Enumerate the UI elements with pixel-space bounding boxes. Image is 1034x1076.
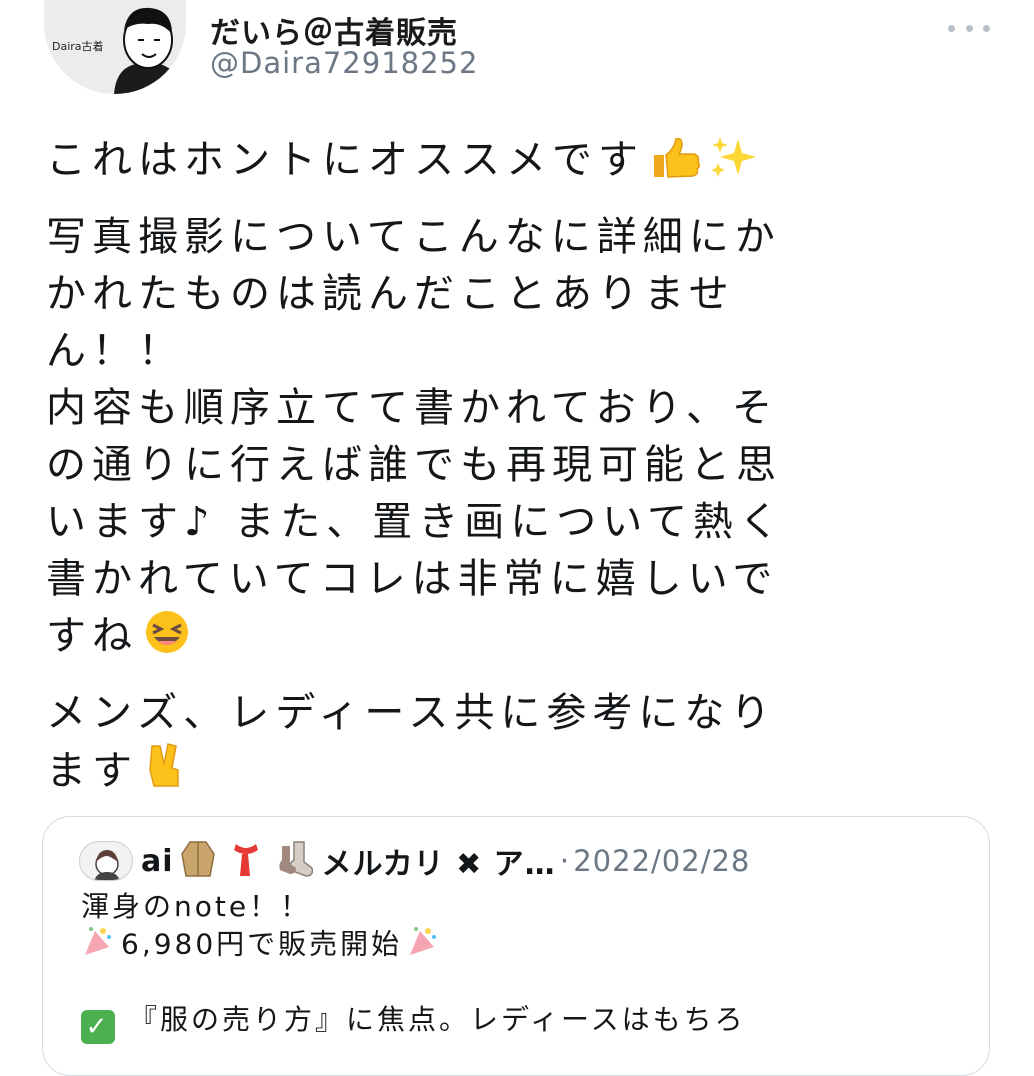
tweet-line: ます — [46, 742, 986, 806]
confetti-ball-icon — [81, 925, 115, 966]
quoted-separator: · — [559, 843, 570, 879]
author-handle[interactable]: @Daira72918252 — [210, 46, 478, 80]
tweet-line: すね — [46, 608, 986, 671]
tweet-line: 書かれていてコレは非常に嬉しいで — [46, 556, 779, 602]
tweet-line: これはホントにオススメです — [46, 132, 986, 195]
tweet-line: メンズ、レディース共に参考になり — [46, 690, 777, 736]
tweet-line: 写真撮影についてこんなに詳細にか — [46, 214, 781, 260]
scarf-icon — [228, 840, 264, 882]
quoted-body: 渾身のnote！！ 6,980円で販売開始 ✓ 『服の売り方』に焦点。レディースは… — [81, 889, 961, 1044]
quoted-blank-line — [81, 966, 961, 1002]
quoted-line: ✓ 『服の売り方』に焦点。レディースはもちろ — [81, 1002, 961, 1044]
check-mark-icon: ✓ — [81, 1010, 115, 1044]
quoted-avatar[interactable] — [79, 841, 133, 881]
laughing-face-icon — [142, 609, 192, 671]
tweet-text: これはホントにオススメです 写真撮影についてこんなに詳細にか かれたものは読んだ… — [46, 132, 986, 806]
quoted-line: 6,980円で販売開始 — [81, 925, 961, 966]
quoted-name[interactable]: ai — [141, 844, 174, 879]
quoted-name-suffix: メルカリ ✖ ア… — [321, 847, 556, 882]
tweet-line: の通りに行えば誰でも再現可能と思 — [46, 442, 782, 488]
tweet-line: 内容も順序立てて書かれており、そ — [46, 385, 778, 431]
author-avatar[interactable]: Daira古着 — [44, 0, 186, 94]
trench-coat-icon — [180, 840, 216, 882]
quoted-date[interactable]: 2022/02/28 — [573, 844, 750, 878]
socks-icon — [276, 840, 316, 882]
thumbs-up-icon — [648, 135, 704, 195]
tweet-line: ん！！ — [46, 328, 184, 374]
avatar-logo-text: Daira古着 — [52, 39, 104, 53]
sparkles-icon — [708, 135, 762, 195]
quoted-header: ai メルカリ ✖ ア… · 2022/02/28 — [79, 839, 750, 883]
more-dots-icon[interactable] — [948, 18, 990, 38]
victory-hand-icon — [142, 742, 188, 806]
quoted-tweet[interactable]: ai メルカリ ✖ ア… · 2022/02/28 渾身のnote！！ 6,98… — [42, 816, 990, 1076]
tweet-line: かれたものは読んだことありませ — [46, 271, 735, 317]
tweet-line: います♪ また、置き画について熱く — [46, 499, 786, 545]
confetti-ball-icon — [406, 925, 440, 966]
quoted-line: 渾身のnote！！ — [81, 890, 312, 923]
